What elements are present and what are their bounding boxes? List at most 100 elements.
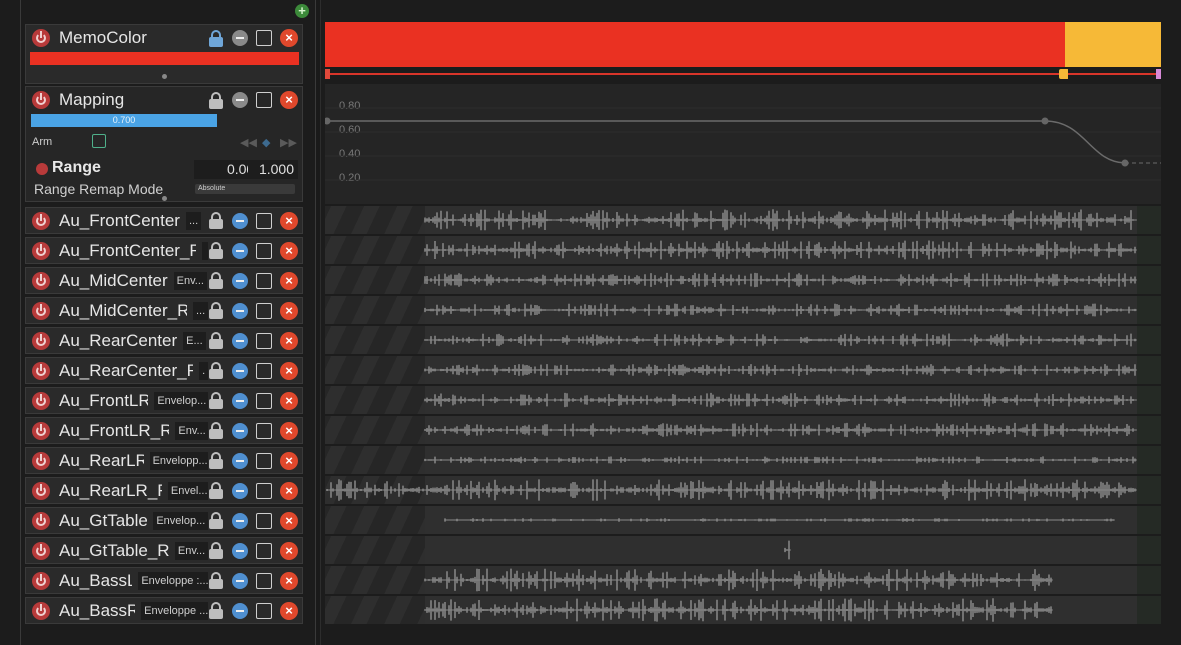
power-icon[interactable]	[32, 421, 50, 440]
power-icon[interactable]	[32, 361, 50, 380]
track-row[interactable]: Au_BassR Enveloppe ... ×	[25, 597, 303, 624]
minus-icon[interactable]	[232, 92, 248, 108]
delete-icon[interactable]: ×	[280, 541, 298, 560]
minus-icon[interactable]	[232, 422, 248, 439]
color-key[interactable]	[1058, 68, 1068, 80]
color-key[interactable]	[325, 68, 335, 80]
checkbox[interactable]	[256, 212, 272, 229]
minus-icon[interactable]	[232, 602, 248, 619]
color-segment-yellow[interactable]	[1065, 22, 1161, 67]
lock-icon[interactable]	[208, 302, 224, 319]
power-icon[interactable]	[32, 301, 50, 320]
color-bar[interactable]	[30, 52, 299, 65]
power-icon[interactable]	[32, 241, 50, 260]
minus-icon[interactable]	[232, 482, 248, 499]
prev-key-icon[interactable]: ◀◀	[240, 136, 257, 149]
waveform-lane[interactable]	[325, 506, 1161, 534]
track-row[interactable]: Au_BassL Enveloppe :... ×	[25, 567, 303, 594]
track-row[interactable]: Au_RearCenter E... ×	[25, 327, 303, 354]
track-row[interactable]: Au_RearLR Envelopp... ×	[25, 447, 303, 474]
minus-icon[interactable]	[232, 302, 248, 319]
checkbox[interactable]	[256, 92, 272, 108]
power-icon[interactable]	[32, 511, 50, 530]
checkbox[interactable]	[256, 30, 272, 46]
power-icon[interactable]	[32, 601, 50, 620]
range-max-field[interactable]: 1.000	[248, 160, 298, 179]
minus-icon[interactable]	[232, 572, 248, 589]
checkbox[interactable]	[256, 602, 272, 619]
panel-divider[interactable]	[315, 0, 321, 645]
power-icon[interactable]	[36, 163, 48, 175]
power-icon[interactable]	[32, 451, 50, 470]
remap-mode-select[interactable]: Absolute	[195, 184, 295, 194]
lock-icon[interactable]	[208, 242, 224, 259]
color-key[interactable]	[1155, 68, 1165, 80]
checkbox[interactable]	[256, 422, 272, 439]
next-key-icon[interactable]: ▶▶	[280, 136, 297, 149]
checkbox[interactable]	[256, 302, 272, 319]
lock-icon[interactable]	[208, 91, 224, 109]
minus-icon[interactable]	[232, 272, 248, 289]
checkbox[interactable]	[256, 542, 272, 559]
lock-icon[interactable]	[208, 272, 224, 289]
power-icon[interactable]	[32, 571, 50, 590]
timeline[interactable]: 0.80 0.60 0.40 0.20	[325, 22, 1161, 627]
delete-icon[interactable]: ×	[280, 361, 298, 380]
waveform-lane[interactable]	[325, 206, 1161, 234]
delete-icon[interactable]: ×	[280, 601, 298, 620]
track-row[interactable]: Au_FrontCenter... ×	[25, 207, 303, 234]
track-row[interactable]: Au_FrontCenter_R ×	[25, 237, 303, 264]
delete-icon[interactable]: ×	[280, 511, 298, 530]
delete-icon[interactable]: ×	[280, 331, 298, 350]
minus-icon[interactable]	[232, 392, 248, 409]
checkbox[interactable]	[256, 512, 272, 529]
power-icon[interactable]	[32, 211, 50, 230]
arm-checkbox[interactable]	[92, 134, 106, 148]
checkbox[interactable]	[256, 332, 272, 349]
checkbox[interactable]	[256, 482, 272, 499]
minus-icon[interactable]	[232, 362, 248, 379]
power-icon[interactable]	[32, 481, 50, 500]
lock-icon[interactable]	[208, 482, 224, 499]
power-icon[interactable]	[32, 331, 50, 350]
delete-icon[interactable]: ×	[280, 391, 298, 410]
delete-icon[interactable]: ×	[280, 211, 298, 230]
track-row[interactable]: Au_MidCenter_R... ×	[25, 297, 303, 324]
track-row[interactable]: Au_GtTable_R Env... ×	[25, 537, 303, 564]
track-row[interactable]: Au_RearLR_R Envel... ×	[25, 477, 303, 504]
mapping-layer[interactable]: Mapping × 0.700 Arm ◀◀ ◆ ▶▶ Range 0.000 …	[25, 86, 303, 202]
power-icon[interactable]	[32, 271, 50, 290]
minus-icon[interactable]	[232, 30, 248, 46]
track-row[interactable]: Au_RearCenter_R. ×	[25, 357, 303, 384]
lock-icon[interactable]	[208, 29, 224, 47]
automation-curve[interactable]	[325, 84, 1161, 204]
checkbox[interactable]	[256, 242, 272, 259]
minus-icon[interactable]	[232, 512, 248, 529]
waveform-lane[interactable]	[325, 596, 1161, 624]
waveform-lane[interactable]	[325, 476, 1161, 504]
lock-icon[interactable]	[208, 452, 224, 469]
minus-icon[interactable]	[232, 212, 248, 229]
minus-icon[interactable]	[232, 452, 248, 469]
delete-icon[interactable]: ×	[280, 271, 298, 290]
checkbox[interactable]	[256, 452, 272, 469]
waveform-lane[interactable]	[325, 566, 1161, 594]
minus-icon[interactable]	[232, 332, 248, 349]
memocolor-layer[interactable]: MemoColor ×	[25, 24, 303, 84]
waveform-lane[interactable]	[325, 326, 1161, 354]
lock-icon[interactable]	[208, 572, 224, 589]
waveform-lane[interactable]	[325, 386, 1161, 414]
waveform-lane[interactable]	[325, 296, 1161, 324]
value-slider[interactable]: 0.700	[31, 114, 217, 127]
lock-icon[interactable]	[208, 542, 224, 559]
color-segment-red[interactable]	[325, 22, 1065, 67]
power-icon[interactable]	[32, 541, 50, 560]
delete-icon[interactable]: ×	[280, 571, 298, 590]
delete-icon[interactable]: ×	[280, 451, 298, 470]
delete-icon[interactable]: ×	[280, 301, 298, 320]
lock-icon[interactable]	[208, 422, 224, 439]
waveform-lane[interactable]	[325, 416, 1161, 444]
track-row[interactable]: Au_FrontLR_R Env... ×	[25, 417, 303, 444]
delete-icon[interactable]: ×	[280, 29, 298, 47]
waveform-lane[interactable]	[325, 266, 1161, 294]
